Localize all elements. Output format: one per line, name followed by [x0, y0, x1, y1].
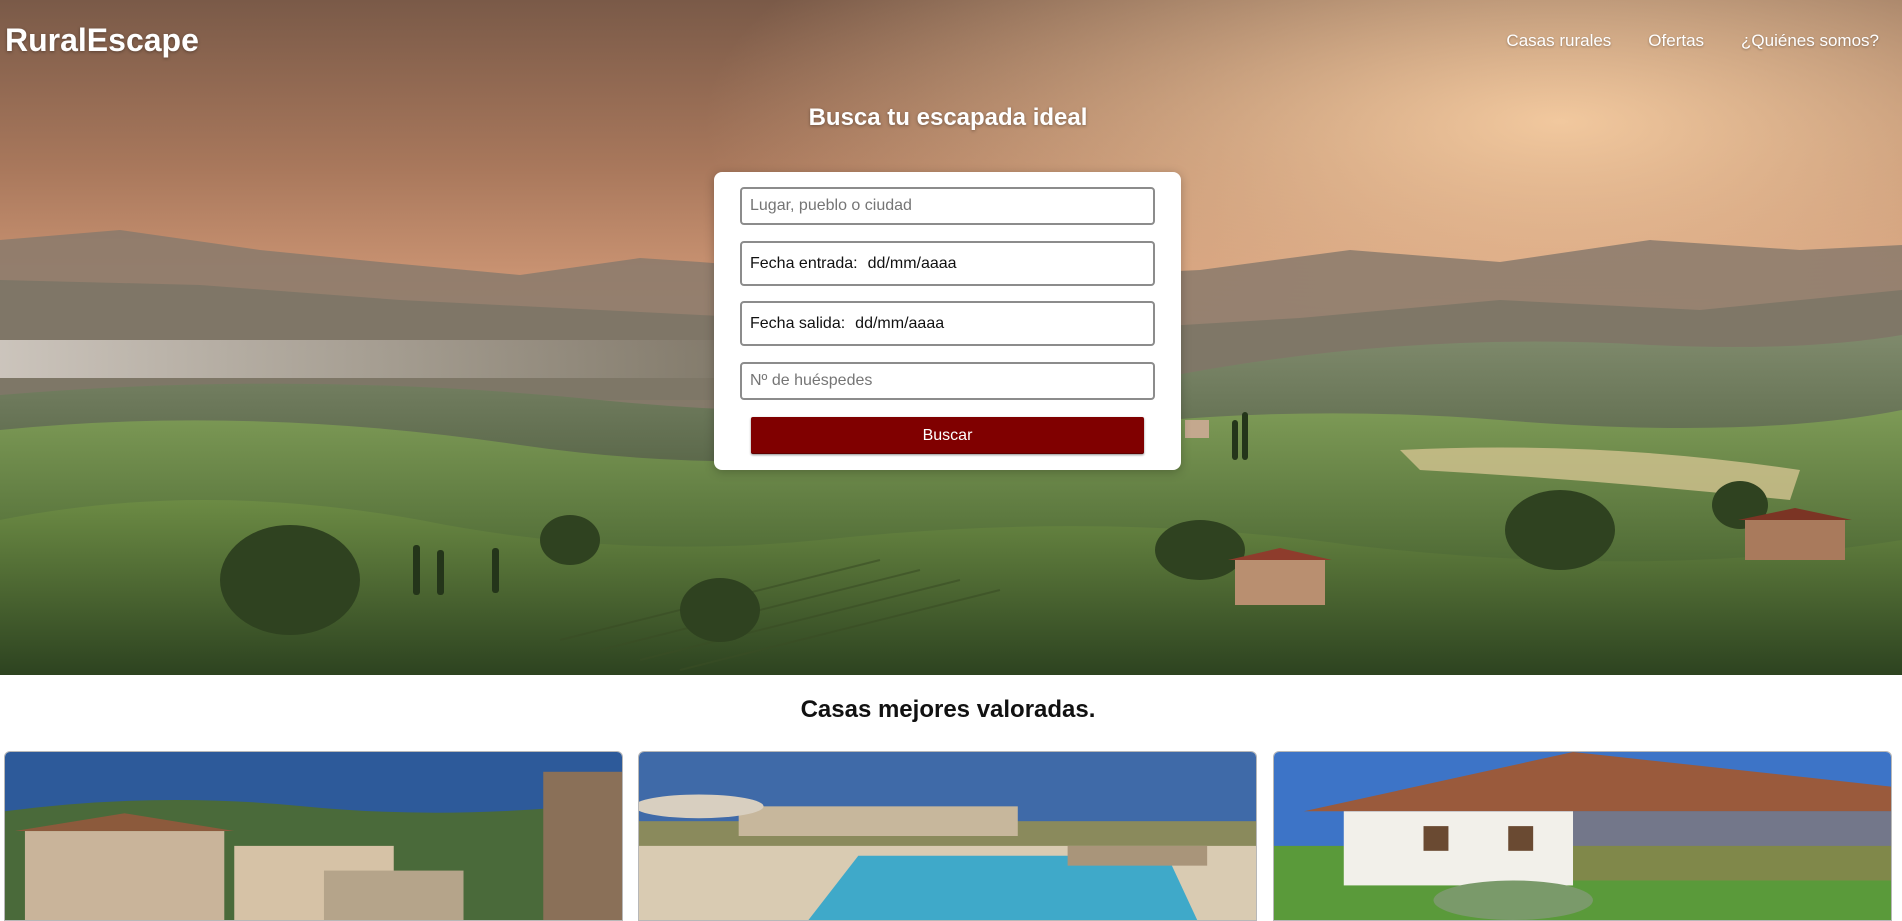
checkout-date-field[interactable]: Fecha salida: dd/mm/aaaa: [740, 301, 1155, 346]
place-input[interactable]: [750, 197, 1145, 215]
search-form: Fecha entrada: dd/mm/aaaa Fecha salida: …: [714, 172, 1181, 470]
brand-logo[interactable]: RuralEscape: [5, 22, 199, 59]
guests-field[interactable]: [740, 362, 1155, 400]
checkout-label: Fecha salida:: [750, 314, 846, 332]
checkout-value[interactable]: dd/mm/aaaa: [855, 315, 944, 333]
top-rated-title: Casas mejores valoradas.: [800, 696, 1096, 723]
nav-link-quienes-somos[interactable]: ¿Quiénes somos?: [1741, 31, 1879, 51]
guests-input[interactable]: [750, 372, 1145, 390]
house-card-1[interactable]: [4, 751, 623, 921]
checkin-date-field[interactable]: Fecha entrada: dd/mm/aaaa: [740, 241, 1155, 286]
checkin-value[interactable]: dd/mm/aaaa: [868, 255, 957, 273]
house-card-3[interactable]: [1273, 751, 1892, 921]
search-button[interactable]: Buscar: [751, 417, 1144, 454]
nav-link-casas-rurales[interactable]: Casas rurales: [1506, 31, 1611, 51]
place-field[interactable]: [740, 187, 1155, 225]
hero-title: Busca tu escapada ideal: [808, 104, 1088, 131]
house-photo-1: [5, 752, 622, 920]
hero-section: RuralEscape Casas rurales Ofertas ¿Quién…: [0, 0, 1902, 675]
nav-link-ofertas[interactable]: Ofertas: [1648, 31, 1704, 51]
house-photo-2: [639, 752, 1256, 920]
house-photo-3: [1274, 752, 1891, 920]
main-nav: Casas rurales Ofertas ¿Quiénes somos?: [1506, 31, 1879, 51]
house-card-2[interactable]: [638, 751, 1257, 921]
checkin-label: Fecha entrada:: [750, 254, 858, 272]
